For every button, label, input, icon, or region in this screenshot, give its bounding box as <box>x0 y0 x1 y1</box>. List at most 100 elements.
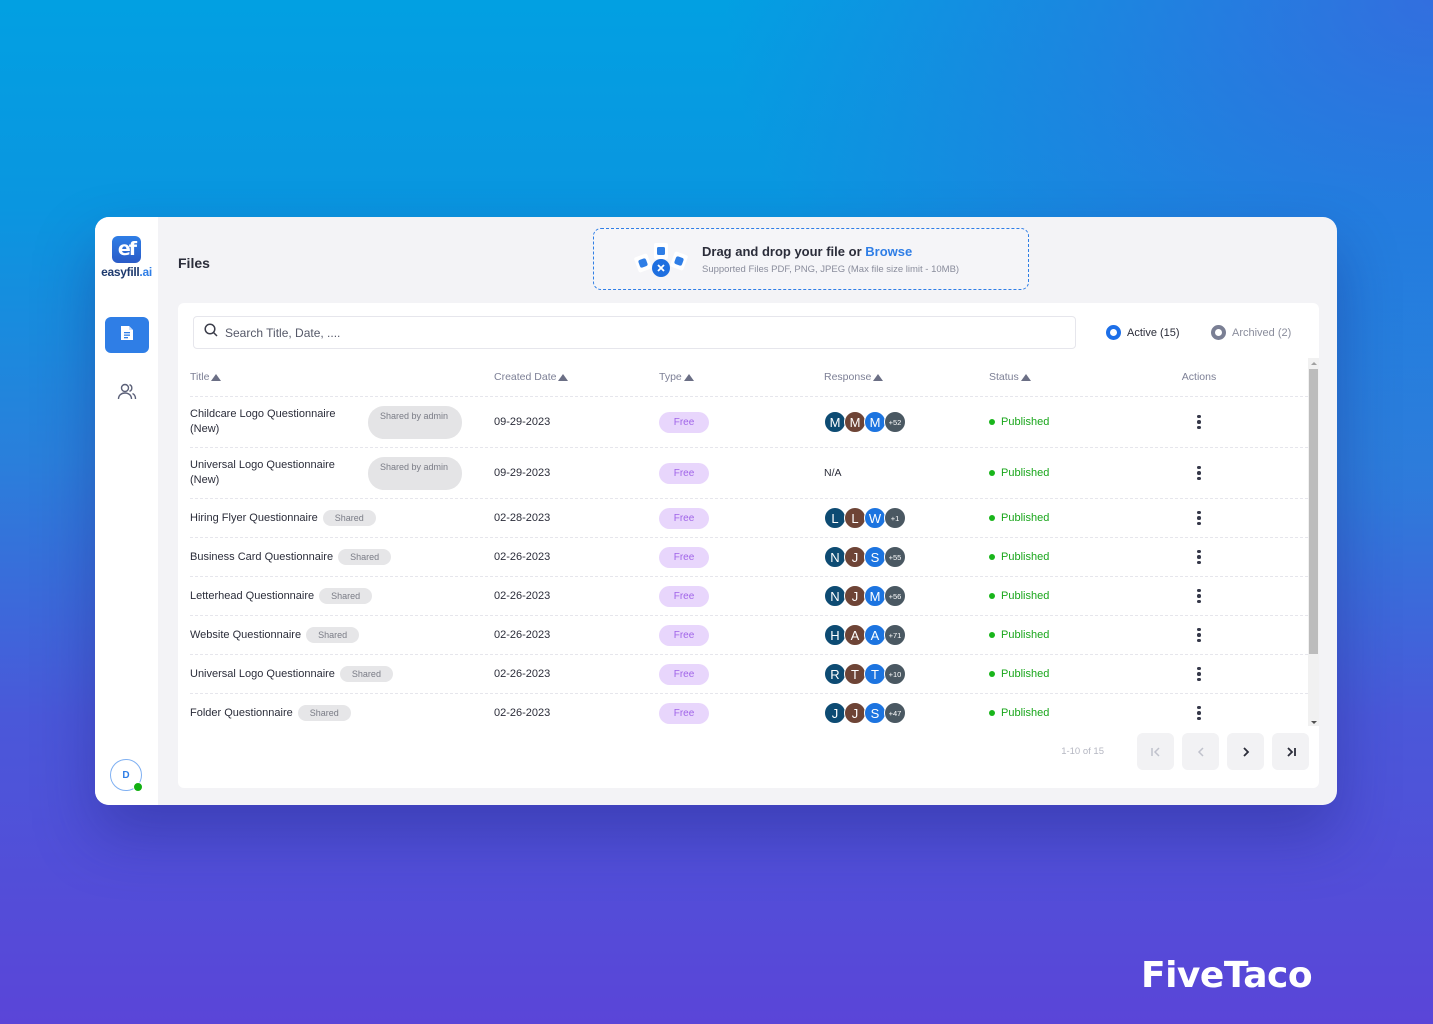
response-avatars[interactable]: N J S +55 <box>824 546 989 568</box>
response-avatar: W <box>864 507 886 529</box>
file-title[interactable]: Hiring Flyer Questionnaire <box>190 511 318 526</box>
first-page-icon <box>1150 746 1160 757</box>
last-page-button[interactable] <box>1272 733 1309 770</box>
table-row[interactable]: Universal Logo Questionnaire (New) Shared… <box>190 448 1308 499</box>
type-badge: Free <box>659 624 709 646</box>
response-avatar: M <box>844 411 866 433</box>
type-badge: Free <box>659 585 709 607</box>
radio-archived[interactable] <box>1211 325 1226 340</box>
table-row[interactable]: Universal Logo Questionnaire Shared 02-26-… <box>190 655 1308 694</box>
status-text: Published <box>1001 707 1050 719</box>
app-window: ef easyfill.ai D Files Drag and drop you… <box>95 217 1337 805</box>
type-badge: Free <box>659 462 709 484</box>
cell-response: N J S +55 <box>824 546 989 568</box>
scroll-down-arrow-icon[interactable] <box>1311 721 1317 724</box>
filter-active[interactable]: Active (15) <box>1106 325 1180 340</box>
radio-active[interactable] <box>1106 325 1121 340</box>
cell-type: Free <box>659 546 824 568</box>
cell-title: Hiring Flyer Questionnaire Shared <box>190 510 494 526</box>
created-date: 02-26-2023 <box>494 590 551 602</box>
cell-type: Free <box>659 624 824 646</box>
response-avatar: H <box>824 624 846 646</box>
scroll-up-arrow-icon[interactable] <box>1311 362 1317 365</box>
search-box[interactable] <box>193 316 1076 349</box>
status-text: Published <box>1001 590 1050 602</box>
column-header-type[interactable]: Type <box>659 371 824 383</box>
page-title: Files <box>178 255 210 271</box>
file-title[interactable]: Business Card Questionnaire <box>190 550 333 565</box>
shared-badge: Shared <box>297 705 351 721</box>
files-table: Title Created Date Type Response Status … <box>178 358 1308 730</box>
more-actions-icon[interactable] <box>1191 412 1207 433</box>
column-response-label: Response <box>824 371 872 383</box>
response-avatar: M <box>864 411 886 433</box>
shared-badge: Shared <box>306 627 360 643</box>
more-actions-icon[interactable] <box>1191 547 1207 568</box>
previous-page-button[interactable] <box>1182 733 1219 770</box>
filter-active-label: Active (15) <box>1127 326 1180 339</box>
column-header-created-date[interactable]: Created Date <box>494 371 659 383</box>
status-badge: Published <box>989 707 1169 719</box>
scroll-thumb[interactable] <box>1309 369 1318 654</box>
cell-type: Free <box>659 411 824 433</box>
file-title[interactable]: Universal Logo Questionnaire <box>190 667 335 682</box>
created-date: 02-26-2023 <box>494 668 551 680</box>
more-actions-icon[interactable] <box>1191 664 1207 685</box>
more-actions-icon[interactable] <box>1191 625 1207 646</box>
user-avatar-wrap[interactable]: D <box>110 759 143 792</box>
table-row[interactable]: Business Card Questionnaire Shared 02-26-2… <box>190 538 1308 577</box>
cell-actions <box>1169 412 1229 433</box>
filter-archived-label: Archived (2) <box>1232 326 1292 339</box>
file-title[interactable]: Letterhead Questionnaire <box>190 589 314 604</box>
file-title[interactable]: Universal Logo Questionnaire (New) <box>190 458 360 488</box>
more-actions-icon[interactable] <box>1191 703 1207 724</box>
response-avatars[interactable]: J J S +47 <box>824 702 989 724</box>
table-row[interactable]: Hiring Flyer Questionnaire Shared 02-28-20… <box>190 499 1308 538</box>
search-input[interactable] <box>225 325 1045 340</box>
column-header-title[interactable]: Title <box>190 371 494 383</box>
cell-status: Published <box>989 629 1169 641</box>
first-page-button[interactable] <box>1137 733 1174 770</box>
status-dot-icon <box>989 554 995 560</box>
cell-title: Business Card Questionnaire Shared <box>190 549 494 565</box>
cell-actions <box>1169 463 1229 484</box>
status-badge: Published <box>989 512 1169 524</box>
more-actions-icon[interactable] <box>1191 586 1207 607</box>
more-actions-icon[interactable] <box>1191 463 1207 484</box>
sidebar-item-files[interactable] <box>104 317 149 353</box>
shared-badge: Shared <box>339 666 393 682</box>
response-avatars[interactable]: M M M +52 <box>824 411 989 433</box>
column-header-status[interactable]: Status <box>989 371 1169 383</box>
response-avatars[interactable]: H A A +71 <box>824 624 989 646</box>
file-dropzone[interactable]: Drag and drop your file or Browse Suppor… <box>593 228 1029 290</box>
status-dot-icon <box>989 671 995 677</box>
table-row[interactable]: Website Questionnaire Shared 02-26-2023 Fre… <box>190 616 1308 655</box>
sort-arrow-icon <box>683 373 694 381</box>
browse-link[interactable]: Browse <box>865 244 912 259</box>
response-avatars[interactable]: N J M +56 <box>824 585 989 607</box>
response-avatars[interactable]: L L W +1 <box>824 507 989 529</box>
status-text: Published <box>1001 551 1050 563</box>
table-row[interactable]: Folder Questionnaire Shared 02-26-2023 Free… <box>190 694 1308 730</box>
more-actions-icon[interactable] <box>1191 508 1207 529</box>
table-row[interactable]: Childcare Logo Questionnaire (New) Shared… <box>190 397 1308 448</box>
file-title[interactable]: Folder Questionnaire <box>190 706 293 721</box>
status-badge: Published <box>989 416 1169 428</box>
file-title[interactable]: Website Questionnaire <box>190 628 301 643</box>
column-header-response[interactable]: Response <box>824 371 989 383</box>
sort-arrow-icon <box>1020 373 1031 381</box>
status-badge: Published <box>989 629 1169 641</box>
next-page-button[interactable] <box>1227 733 1264 770</box>
cell-actions <box>1169 703 1229 724</box>
file-title[interactable]: Childcare Logo Questionnaire (New) <box>190 407 360 437</box>
type-badge: Free <box>659 663 709 685</box>
shared-badge: Shared <box>319 588 373 604</box>
status-dot-icon <box>989 593 995 599</box>
response-avatars[interactable]: R T T +10 <box>824 663 989 685</box>
filter-archived[interactable]: Archived (2) <box>1211 325 1291 340</box>
table-row[interactable]: Letterhead Questionnaire Shared 02-26-2023… <box>190 577 1308 616</box>
cell-status: Published <box>989 467 1169 479</box>
table-scrollbar[interactable] <box>1308 358 1319 726</box>
sidebar-item-users[interactable] <box>105 375 149 411</box>
pagination: 1-10 of 15 <box>1061 733 1309 770</box>
